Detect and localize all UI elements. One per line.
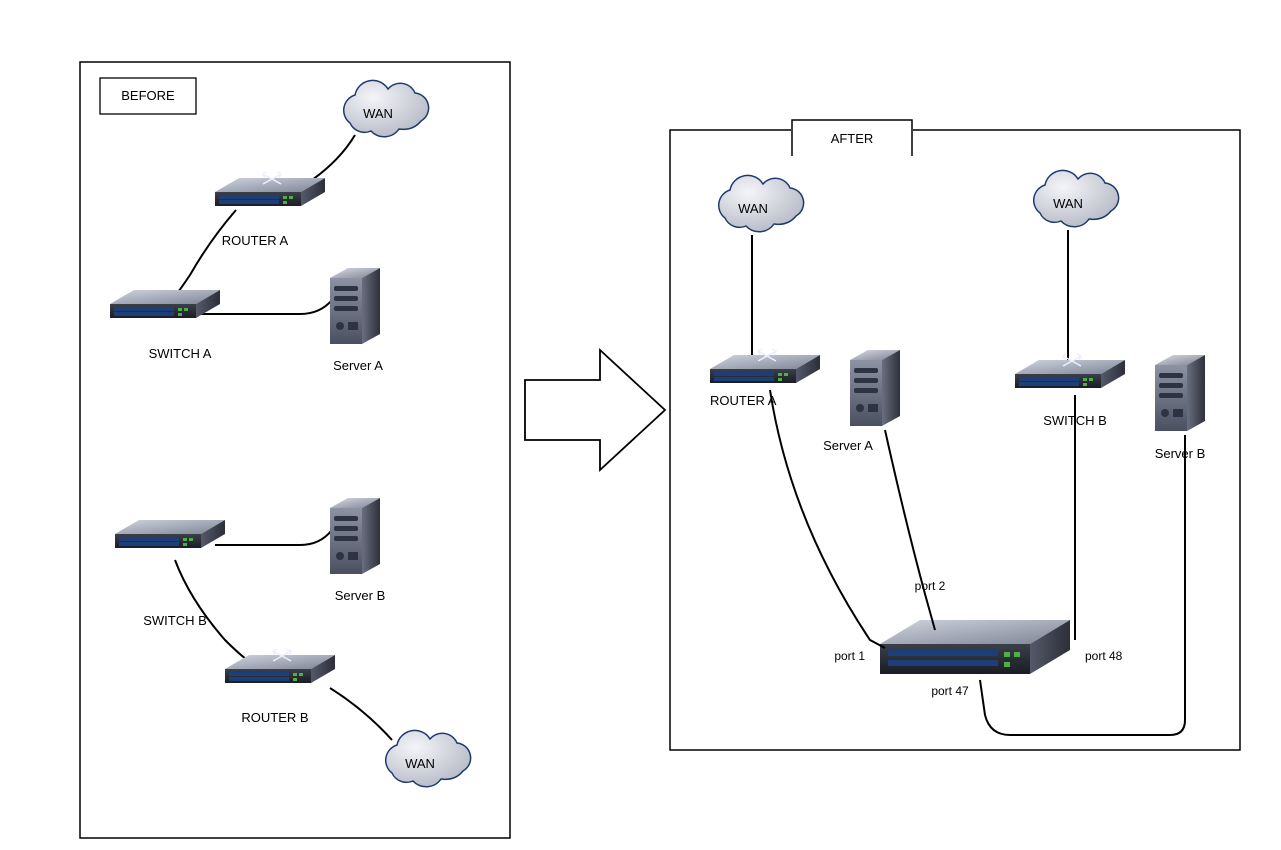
server-icon	[1155, 355, 1205, 431]
link	[752, 230, 1068, 362]
server-b-label: Server B	[335, 588, 386, 603]
port1-label: port 1	[834, 649, 865, 663]
switch-icon	[880, 620, 1070, 674]
port48-label: port 48	[1085, 649, 1123, 663]
port2-label: port 2	[915, 579, 946, 593]
router-icon	[710, 349, 820, 383]
router-icon	[215, 172, 325, 206]
server-a-label: Server A	[333, 358, 383, 373]
before-panel: BEFORE WAN ROUTER A SWITCH A Server A SW…	[80, 62, 510, 838]
server-icon	[330, 268, 380, 344]
server-a-label: Server A	[823, 438, 873, 453]
wan-label: WAN	[1053, 196, 1083, 211]
server-b-label: Server B	[1155, 446, 1206, 461]
link	[172, 135, 355, 314]
after-title: AFTER	[831, 131, 874, 146]
wan-label: WAN	[738, 201, 768, 216]
router-a-label: ROUTER A	[710, 393, 777, 408]
router-a-label: ROUTER A	[222, 233, 289, 248]
switch-b-label: SWITCH B	[143, 613, 207, 628]
switch-a-label: SWITCH A	[149, 346, 212, 361]
before-title: BEFORE	[121, 88, 175, 103]
after-panel: AFTER WAN WAN ROUTER A Server A SWITCH B…	[670, 120, 1240, 750]
server-icon	[850, 350, 900, 426]
wan-label: WAN	[363, 106, 393, 121]
port47-label: port 47	[931, 684, 969, 698]
wan-label: WAN	[405, 756, 435, 771]
router-b-label: ROUTER B	[241, 710, 308, 725]
switch-icon	[1015, 354, 1125, 388]
arrow-icon	[525, 350, 665, 470]
server-icon	[330, 498, 380, 574]
switch-icon	[115, 520, 225, 548]
